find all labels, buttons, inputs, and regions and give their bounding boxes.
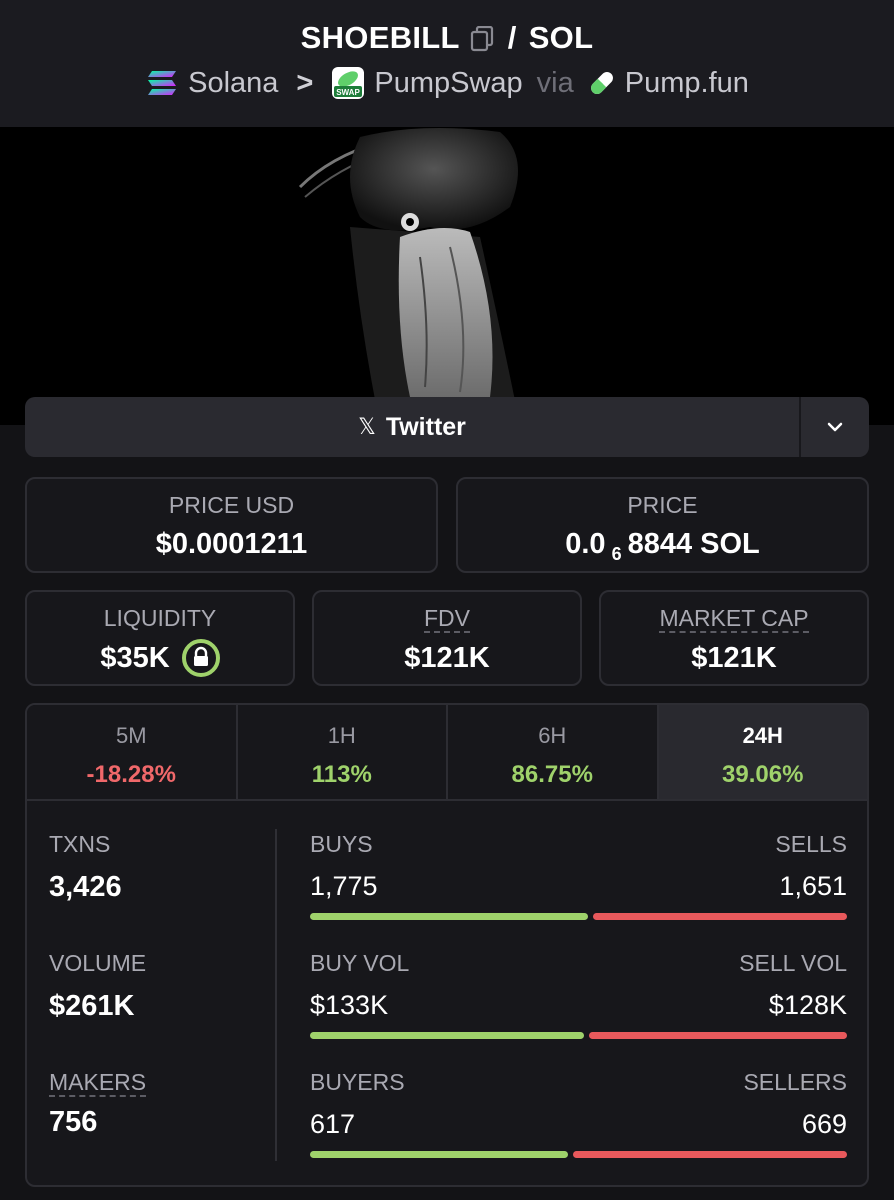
market-cap-label[interactable]: MARKET CAP [659,605,809,633]
buyers-value: 617 [310,1109,356,1139]
buys-bar-segment [310,913,589,920]
trading-stats-panel: 5M -18.28% 1H 113% 6H 86.75% 24H 39.06% … [25,703,869,1187]
dex-name[interactable]: PumpSwap [374,67,522,100]
chain-name[interactable]: Solana [188,67,278,100]
tab-change: 86.75% [511,761,593,788]
buy-vol-bar-segment [310,1032,584,1039]
sells-value: 1,651 [779,871,847,901]
volume-label: VOLUME [49,950,147,976]
tab-label: 1H [327,723,356,748]
buy-sell-column: BUYS SELLS 1,775 1,651 BUY VOL SELL VOL … [310,831,847,1185]
price-native-value: 0.0 6 8844 SOL [458,528,867,564]
sellers-label: SELLERS [743,1069,847,1095]
pumpswap-icon-text: SWAP [337,88,361,97]
buyers-ratio-bar [310,1151,847,1158]
twitter-button[interactable]: 𝕏 Twitter [25,397,799,457]
tab-1h[interactable]: 1H 113% [237,705,448,799]
tab-5m[interactable]: 5M -18.28% [27,705,238,799]
buyers-sellers-row: BUYERS SELLERS 617 669 [310,1069,847,1185]
sell-vol-bar-segment [588,1032,847,1039]
liquidity-value: $35K [100,641,170,674]
copy-icon[interactable] [470,24,496,52]
makers-metric: MAKERS 756 [49,1069,269,1185]
via-text: via [536,66,574,99]
txns-label: TXNS [49,831,111,857]
makers-label[interactable]: MAKERS [49,1069,147,1097]
chevron-down-icon [827,422,843,432]
quote-symbol: SOL [528,20,594,55]
sell-vol-label: SELL VOL [739,950,847,976]
liquidity-value-row: $35K [27,639,293,677]
totals-column: TXNS 3,426 VOLUME $261K MAKERS 756 [49,831,269,1185]
tab-change: 113% [311,761,372,788]
sells-bar-segment [593,913,847,920]
pill-icon [588,69,616,97]
market-cap-card: MARKET CAP $121K [599,590,869,686]
liquidity-label: LIQUIDITY [103,605,217,631]
token-banner-image [0,127,894,425]
pair-slash: / [507,20,517,55]
token-symbol: SHOEBILL [300,20,460,55]
buys-sells-row: BUYS SELLS 1,775 1,651 [310,831,847,950]
buys-sells-ratio-bar [310,913,847,920]
price-native-card: PRICE 0.0 6 8844 SOL [456,477,869,573]
price-native-label: PRICE [627,492,698,518]
twitter-label: Twitter [385,412,466,441]
price-usd-label: PRICE USD [168,492,295,518]
makers-value: 756 [49,1106,98,1138]
chevron-right-icon: > [296,66,314,99]
pumpswap-icon: SWAP [331,66,365,100]
lock-icon[interactable] [181,639,220,677]
x-logo-icon: 𝕏 [358,414,376,439]
price-usd-card: PRICE USD $0.0001211 [25,477,438,573]
sell-vol-value: $128K [768,990,847,1020]
launchpad-name[interactable]: Pump.fun [625,67,749,100]
tab-label: 5M [115,723,147,748]
pair-title: SHOEBILL / SOL [0,20,894,56]
fdv-value: $121K [404,642,490,674]
tab-label: 24H [742,723,783,748]
txns-value: 3,426 [49,871,122,903]
market-cap-value: $121K [691,642,777,674]
tab-24h[interactable]: 24H 39.06% [658,705,867,799]
volume-split-row: BUY VOL SELL VOL $133K $128K [310,950,847,1069]
tab-change: -18.28% [86,761,176,788]
volume-metric: VOLUME $261K [49,950,269,1069]
buy-vol-label: BUY VOL [310,950,410,976]
tab-label: 6H [538,723,567,748]
tab-change: 39.06% [722,761,804,788]
buy-vol-value: $133K [310,990,389,1020]
buyers-label: BUYERS [310,1069,405,1095]
column-divider [275,829,277,1161]
buys-value: 1,775 [310,871,378,901]
price-digits: 8844 SOL [627,528,760,560]
pair-header: SHOEBILL / SOL Solana > SWAP PumpSwap vi… [0,0,894,127]
price-zero-count: 6 [611,544,622,564]
fdv-label[interactable]: FDV [424,605,470,633]
volume-value: $261K [49,990,135,1022]
price-prefix: 0.0 [565,528,606,560]
pair-route: Solana > SWAP PumpSwap via Pump.fun [0,66,894,100]
fdv-card: FDV $121K [312,590,582,686]
social-links-bar: 𝕏 Twitter [25,397,869,457]
solana-icon [145,66,179,100]
tab-6h[interactable]: 6H 86.75% [448,705,659,799]
buyers-bar-segment [310,1151,568,1158]
price-usd-value: $0.0001211 [155,528,308,560]
timeframe-tabs: 5M -18.28% 1H 113% 6H 86.75% 24H 39.06% [27,705,867,801]
socials-dropdown-button[interactable] [799,397,869,457]
volume-ratio-bar [310,1032,847,1039]
sells-label: SELLS [775,831,847,857]
sellers-value: 669 [801,1109,847,1139]
liquidity-card: LIQUIDITY $35K [25,590,295,686]
sellers-bar-segment [572,1151,847,1158]
txns-metric: TXNS 3,426 [49,831,269,950]
buys-label: BUYS [310,831,373,857]
